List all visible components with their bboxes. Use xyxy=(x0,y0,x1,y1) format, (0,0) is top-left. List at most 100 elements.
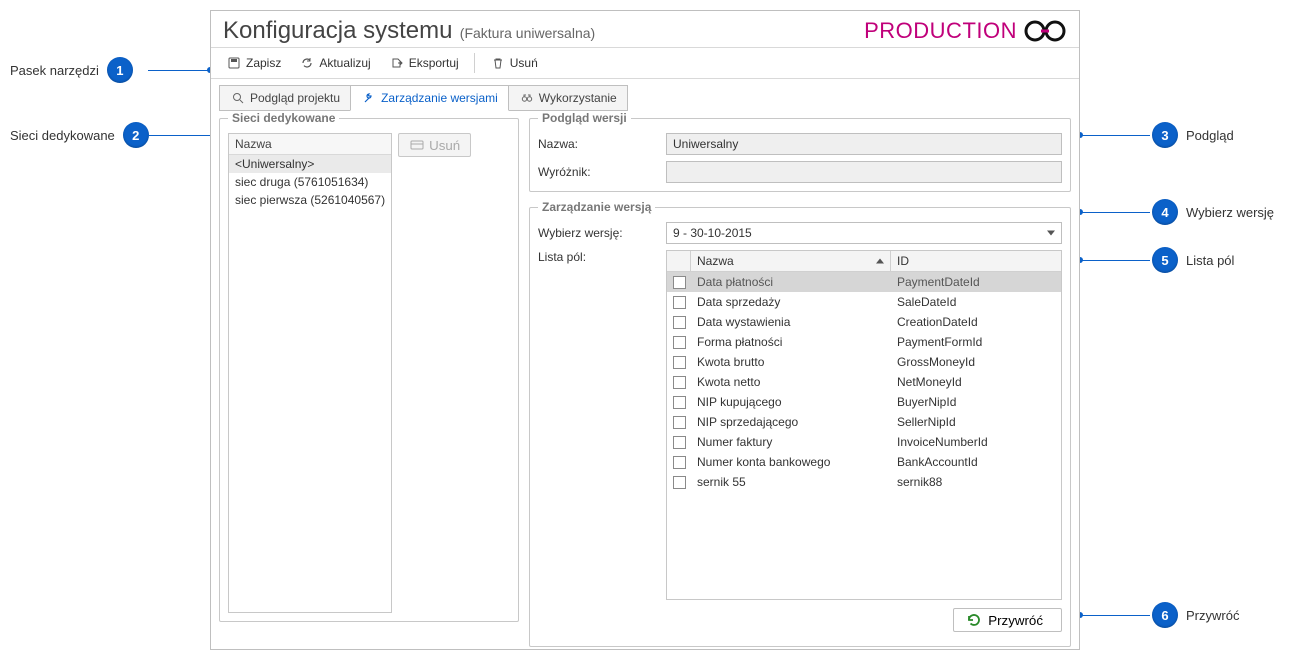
callout-3: 3 Podgląd xyxy=(1152,122,1234,148)
version-select[interactable]: 9 - 30-10-2015 xyxy=(666,222,1062,244)
callout-1: 1 Pasek narzędzi xyxy=(10,57,133,83)
grid-header: Nazwa ID xyxy=(667,251,1061,272)
row-id: sernik88 xyxy=(891,475,1061,489)
list-item[interactable]: <Uniwersalny> xyxy=(229,155,391,173)
row-checkbox[interactable] xyxy=(673,296,686,309)
preview-group: Podgląd wersji Nazwa: Uniwersalny Wyróżn… xyxy=(529,111,1071,192)
table-row[interactable]: Numer konta bankowegoBankAccountId xyxy=(667,452,1061,472)
row-name: Kwota netto xyxy=(691,375,891,389)
right-column: Podgląd wersji Nazwa: Uniwersalny Wyróżn… xyxy=(529,111,1071,621)
table-row[interactable]: Data sprzedażySaleDateId xyxy=(667,292,1061,312)
row-name: Forma płatności xyxy=(691,335,891,349)
table-row[interactable]: Numer fakturyInvoiceNumberId xyxy=(667,432,1061,452)
preview-legend: Podgląd wersji xyxy=(538,111,631,125)
callout-label: Sieci dedykowane xyxy=(10,128,115,143)
callout-leader xyxy=(1080,615,1150,616)
row-checkbox[interactable] xyxy=(673,476,686,489)
brand-text: PRODUCTION xyxy=(864,18,1017,44)
callout-5: 5 Lista pól xyxy=(1152,247,1234,273)
sort-asc-icon xyxy=(876,259,884,264)
tab-version-management[interactable]: Zarządzanie wersjami xyxy=(350,85,509,111)
version-legend: Zarządzanie wersją xyxy=(538,200,655,214)
row-checkbox[interactable] xyxy=(673,276,686,289)
callout-label: Pasek narzędzi xyxy=(10,63,99,78)
tab-project-preview[interactable]: Podgląd projektu xyxy=(219,85,351,111)
row-id: CreationDateId xyxy=(891,315,1061,329)
row-checkbox[interactable] xyxy=(673,316,686,329)
row-id: NetMoneyId xyxy=(891,375,1061,389)
card-icon xyxy=(409,137,425,153)
table-row[interactable]: NIP sprzedającegoSellerNipId xyxy=(667,412,1061,432)
export-label: Eksportuj xyxy=(409,56,459,70)
row-id: SellerNipId xyxy=(891,415,1061,429)
networks-delete-button[interactable]: Usuń xyxy=(398,133,471,157)
row-id: SaleDateId xyxy=(891,295,1061,309)
callout-leader xyxy=(1080,260,1150,261)
callout-leader xyxy=(1080,212,1150,213)
save-button[interactable]: Zapisz xyxy=(219,52,288,74)
row-name: Kwota brutto xyxy=(691,355,891,369)
tab-usage[interactable]: Wykorzystanie xyxy=(508,85,628,111)
preview-disc-field xyxy=(666,161,1062,183)
binoculars-icon xyxy=(519,90,535,106)
page-title-wrap: Konfiguracja systemu (Faktura uniwersaln… xyxy=(223,17,595,45)
networks-list[interactable]: Nazwa <Uniwersalny>siec druga (576105163… xyxy=(228,133,392,613)
table-row[interactable]: Data płatnościPaymentDateId xyxy=(667,272,1061,292)
callout-leader xyxy=(148,135,218,136)
networks-header: Nazwa xyxy=(229,134,391,155)
grid-col-checkbox[interactable] xyxy=(667,251,691,271)
undo-icon xyxy=(964,612,980,628)
row-name: Data wystawienia xyxy=(691,315,891,329)
toolbar-separator xyxy=(474,53,475,73)
fields-label: Lista pól: xyxy=(538,250,658,264)
restore-row: Przywróć xyxy=(666,600,1062,632)
version-select-value: 9 - 30-10-2015 xyxy=(673,226,752,240)
delete-button[interactable]: Usuń xyxy=(483,52,545,74)
export-icon xyxy=(389,55,405,71)
table-row[interactable]: Kwota bruttoGrossMoneyId xyxy=(667,352,1061,372)
table-row[interactable]: Data wystawieniaCreationDateId xyxy=(667,312,1061,332)
row-checkbox[interactable] xyxy=(673,336,686,349)
tab-label: Wykorzystanie xyxy=(539,91,617,105)
toolbar: Zapisz Aktualizuj Eksportuj Usuń xyxy=(211,47,1079,79)
callout-bubble: 3 xyxy=(1152,122,1178,148)
callout-4: 4 Wybierz wersję xyxy=(1152,199,1274,225)
delete-label: Usuń xyxy=(510,56,538,70)
export-button[interactable]: Eksportuj xyxy=(382,52,466,74)
row-checkbox[interactable] xyxy=(673,436,686,449)
row-checkbox[interactable] xyxy=(673,416,686,429)
table-row[interactable]: Forma płatnościPaymentFormId xyxy=(667,332,1061,352)
networks-box: Nazwa <Uniwersalny>siec druga (576105163… xyxy=(228,133,471,613)
row-checkbox[interactable] xyxy=(673,356,686,369)
row-id: InvoiceNumberId xyxy=(891,435,1061,449)
row-checkbox[interactable] xyxy=(673,396,686,409)
callout-label: Przywróć xyxy=(1186,608,1239,623)
row-checkbox[interactable] xyxy=(673,376,686,389)
page-title: Konfiguracja systemu xyxy=(223,17,452,44)
content: Sieci dedykowane Nazwa <Uniwersalny>siec… xyxy=(211,111,1079,629)
row-checkbox[interactable] xyxy=(673,456,686,469)
row-name: sernik 55 xyxy=(691,475,891,489)
table-row[interactable]: sernik 55sernik88 xyxy=(667,472,1061,492)
list-item[interactable]: siec druga (5761051634) xyxy=(229,173,391,191)
callout-bubble: 5 xyxy=(1152,247,1178,273)
page-subtitle: (Faktura uniwersalna) xyxy=(460,25,595,41)
app-window: Konfiguracja systemu (Faktura uniwersaln… xyxy=(210,10,1080,650)
trash-icon xyxy=(490,55,506,71)
callout-2: 2 Sieci dedykowane xyxy=(10,122,149,148)
list-item[interactable]: siec pierwsza (5261040567) xyxy=(229,191,391,209)
restore-button[interactable]: Przywróć xyxy=(953,608,1062,632)
grid-col-name[interactable]: Nazwa xyxy=(691,251,891,271)
table-row[interactable]: Kwota nettoNetMoneyId xyxy=(667,372,1061,392)
fields-grid[interactable]: Nazwa ID Data płatnościPaymentDateIdData… xyxy=(666,250,1062,600)
wrench-icon xyxy=(361,90,377,106)
table-row[interactable]: NIP kupującegoBuyerNipId xyxy=(667,392,1061,412)
callout-leader xyxy=(1080,135,1150,136)
preview-name-value: Uniwersalny xyxy=(673,137,738,151)
callout-bubble: 4 xyxy=(1152,199,1178,225)
grid-col-id[interactable]: ID xyxy=(891,251,1061,271)
update-button[interactable]: Aktualizuj xyxy=(292,52,377,74)
tabstrip: Podgląd projektu Zarządzanie wersjami Wy… xyxy=(211,79,1079,111)
row-id: GrossMoneyId xyxy=(891,355,1061,369)
diagram-canvas: 1 Pasek narzędzi 2 Sieci dedykowane 3 Po… xyxy=(0,0,1290,658)
